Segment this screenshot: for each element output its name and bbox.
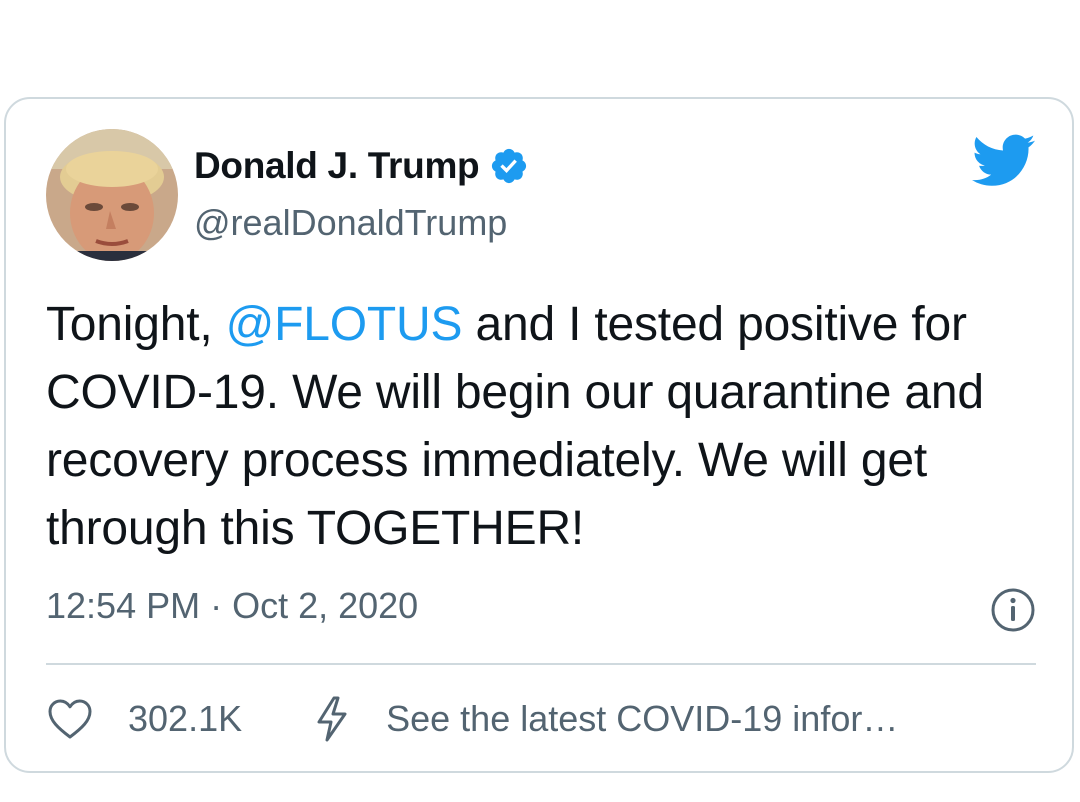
like-count[interactable]: 302.1K <box>128 698 242 740</box>
author-name[interactable]: Donald J. Trump <box>194 145 529 187</box>
author-handle[interactable]: @realDonaldTrump <box>194 202 507 244</box>
author-name-text[interactable]: Donald J. Trump <box>194 145 480 187</box>
tweet-actions: 302.1K See the latest COVID-19 infor… <box>46 693 898 745</box>
covid-info-link[interactable]: See the latest COVID-19 infor… <box>314 695 898 743</box>
tweet-text: Tonight, @FLOTUS and I tested positive f… <box>46 291 1046 563</box>
author-avatar[interactable] <box>46 129 178 261</box>
divider <box>46 663 1036 665</box>
verified-badge-icon <box>492 148 527 184</box>
tweet-text-start: Tonight, <box>46 298 226 351</box>
tweet-timestamp[interactable]: 12:54 PM · Oct 2, 2020 <box>46 585 418 627</box>
lightning-bolt-icon <box>317 696 347 742</box>
twitter-bird-icon[interactable] <box>972 133 1036 189</box>
heart-icon[interactable] <box>46 697 94 741</box>
tweet-card[interactable]: Donald J. Trump @realDonaldTrump Tonight… <box>4 97 1074 773</box>
info-icon[interactable] <box>990 587 1036 633</box>
mention-link[interactable]: @FLOTUS <box>226 298 463 351</box>
covid-info-label[interactable]: See the latest COVID-19 infor… <box>386 698 898 740</box>
